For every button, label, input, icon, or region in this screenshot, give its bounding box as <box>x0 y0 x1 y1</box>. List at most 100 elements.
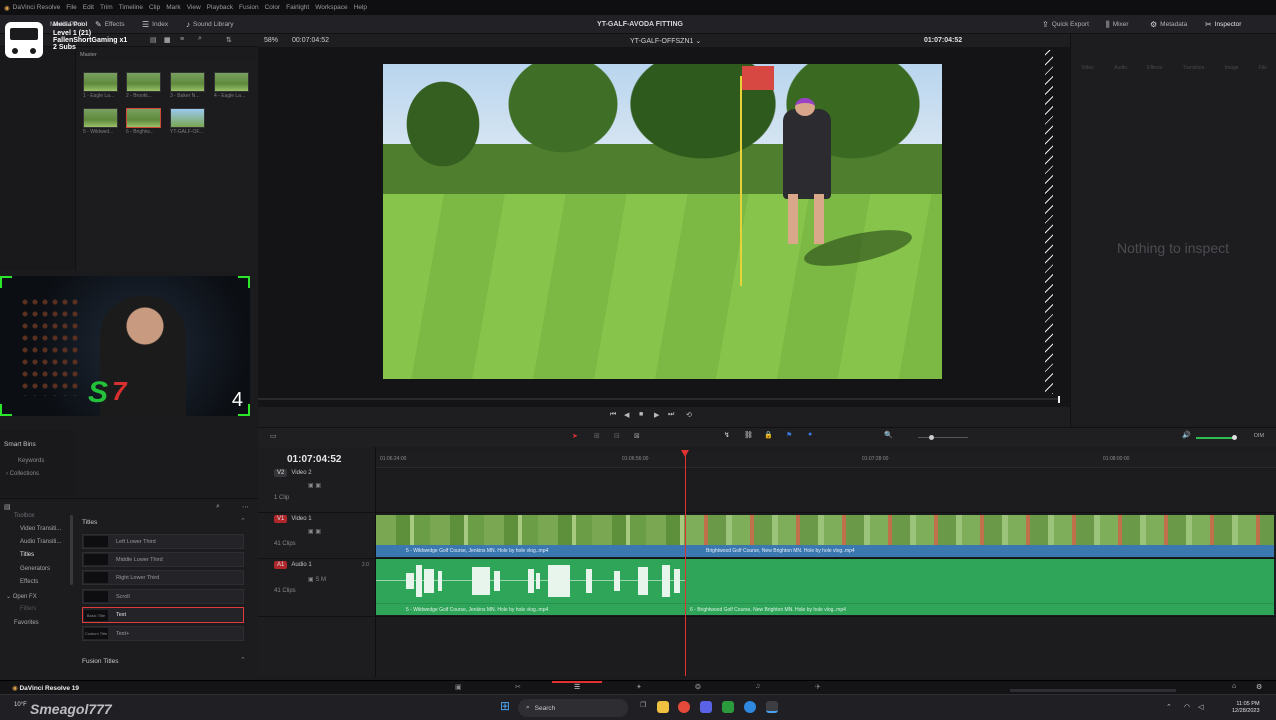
scrubber-handle[interactable] <box>1058 396 1060 403</box>
video-clip[interactable]: 5 - Wildwedge Golf Course, Jenkins MN. H… <box>376 515 685 557</box>
timeline-horizontal-scrollbar[interactable] <box>1010 689 1176 692</box>
marker-icon[interactable]: ● <box>808 431 812 438</box>
cut-page-icon[interactable]: ✂ <box>515 683 521 691</box>
lock-icon[interactable]: 🔒 <box>764 431 773 439</box>
fx-category-generators[interactable]: Generators <box>20 566 50 572</box>
volume-icon[interactable]: ◁ <box>1198 703 1203 711</box>
fx-category-audio-transitions[interactable]: Audio Transiti... <box>20 539 61 545</box>
snapping-icon[interactable]: ↯ <box>724 431 730 439</box>
menu-workspace[interactable]: Workspace <box>315 4 347 11</box>
fx-category-toolbox[interactable]: Toolbox <box>14 513 35 519</box>
media-thumb[interactable]: 4 - Eagle La... <box>214 72 251 103</box>
track-v1-toggles[interactable]: ▣ ▣ <box>308 528 321 535</box>
chrome-icon[interactable] <box>678 701 690 713</box>
sort-order-icon[interactable]: ⇅ <box>226 36 232 44</box>
blade-tool-icon[interactable]: ⊠ <box>634 432 640 440</box>
title-right-lower-third[interactable]: Right Lower Third <box>82 570 244 585</box>
selection-tool-icon[interactable]: ➤ <box>572 432 578 440</box>
fx-category-filters[interactable]: Filters <box>20 606 36 612</box>
linked-selection-icon[interactable]: ⛓ <box>744 431 753 439</box>
chevron-up-icon[interactable]: ⌃ <box>240 656 246 664</box>
menu-fairlight[interactable]: Fairlight <box>286 4 309 11</box>
sort-icon[interactable]: ≡ <box>180 36 184 43</box>
edge-icon[interactable] <box>744 701 756 713</box>
loop-icon[interactable]: ⟲ <box>686 411 692 419</box>
menu-clip[interactable]: Clip <box>149 4 160 11</box>
inspector-button[interactable]: ✂ Inspector <box>1205 19 1241 30</box>
timeline-ruler[interactable] <box>376 452 1276 468</box>
settings-icon[interactable]: ⚙ <box>1256 683 1262 691</box>
media-thumb[interactable]: 1 - Eagle La... <box>83 72 120 103</box>
tab-image[interactable]: Image <box>1225 65 1239 71</box>
media-page-icon[interactable]: ▣ <box>455 683 462 691</box>
more-options-icon[interactable]: ⋯ <box>242 503 249 511</box>
flag-marker-icon[interactable]: ⚑ <box>786 431 792 439</box>
fx-category-video-transitions[interactable]: Video Transiti... <box>20 526 61 532</box>
timeline-zoom-slider[interactable] <box>918 437 968 438</box>
tab-transition[interactable]: Transition <box>1183 65 1205 71</box>
stop-icon[interactable]: ■ <box>639 411 643 418</box>
dynamic-trim-icon[interactable]: ⊟ <box>614 432 620 440</box>
skip-start-icon[interactable]: ⏮ <box>610 411 616 419</box>
quick-export-button[interactable]: ⇪ Quick Export <box>1042 19 1089 30</box>
smart-bin-collections[interactable]: › Collections <box>6 471 39 477</box>
task-view-icon[interactable]: ❐ <box>640 701 646 709</box>
home-icon[interactable]: ⌂ <box>1232 683 1236 690</box>
menu-help[interactable]: Help <box>354 4 367 11</box>
audio-clip[interactable]: 5 - Wildwedge Golf Course, Jenkins MN. H… <box>376 559 685 615</box>
color-page-icon[interactable]: ❂ <box>695 683 701 691</box>
video-frame[interactable] <box>383 64 942 379</box>
chevron-up-icon[interactable]: ⌃ <box>240 517 246 525</box>
media-thumb[interactable]: 2 - Brookt... <box>126 72 163 103</box>
media-thumb-selected[interactable]: 6 - Brightw... <box>126 108 163 139</box>
fx-category-effects[interactable]: Effects <box>20 579 38 585</box>
file-explorer-icon[interactable] <box>657 701 669 713</box>
fairlight-page-icon[interactable]: ♫ <box>755 683 760 690</box>
title-scroll[interactable]: Scroll <box>82 589 244 604</box>
tab-effects[interactable]: Effects <box>1147 65 1162 71</box>
menu-color[interactable]: Color <box>265 4 281 11</box>
fx-category-favorites[interactable]: Favorites <box>14 620 39 626</box>
metadata-button[interactable]: ⚙ Metadata <box>1150 19 1187 30</box>
track-a1-toggles[interactable]: ▣ S M <box>308 576 326 583</box>
menu-mark[interactable]: Mark <box>166 4 180 11</box>
track-v2-toggles[interactable]: ▣ ▣ <box>308 482 321 489</box>
weather-widget[interactable]: 10°F <box>14 702 27 708</box>
zoom-slider-handle[interactable] <box>929 435 934 440</box>
windows-start-icon[interactable]: ⊞ <box>500 699 510 713</box>
audio-clip[interactable]: 6 - Brightwood Golf Course, New Brighton… <box>686 559 1274 615</box>
tab-video[interactable]: Video <box>1081 65 1094 71</box>
viewer-scrubber[interactable] <box>258 398 1058 400</box>
mixer-button[interactable]: ⫼ Mixer <box>1106 19 1129 30</box>
video-clip[interactable]: Brightwood Golf Course, New Brighton MN.… <box>686 515 1274 557</box>
resolve-taskbar-icon[interactable] <box>766 701 778 713</box>
timeline-selector[interactable]: YT-GALF-OFFSZN1 ⌄ <box>630 37 701 45</box>
smart-bin-keywords[interactable]: Keywords <box>18 458 44 464</box>
title-text-plus[interactable]: Custom Title Text+ <box>82 626 244 641</box>
skip-end-icon[interactable]: ⏭ <box>668 411 674 419</box>
timeline-thumb[interactable]: YT-GALF-OF... <box>170 108 207 139</box>
menu-trim[interactable]: Trim <box>100 4 113 11</box>
fx-category-titles[interactable]: Titles <box>20 552 34 558</box>
xbox-icon[interactable] <box>722 701 734 713</box>
edit-page-icon[interactable]: ☰ <box>574 683 580 691</box>
layout-icon[interactable]: ▭ <box>270 432 277 440</box>
trim-tool-icon[interactable]: ⊞ <box>594 432 600 440</box>
index-button[interactable]: ☰ Index <box>142 19 168 30</box>
play-reverse-icon[interactable]: ◀ <box>624 411 629 419</box>
tray-chevron-icon[interactable]: ⌃ <box>1166 703 1172 711</box>
grid-view-icon[interactable]: ▦ <box>164 36 171 44</box>
fusion-page-icon[interactable]: ✦ <box>636 683 642 691</box>
media-thumb[interactable]: 5 - Wildwed... <box>83 108 120 139</box>
taskbar-clock[interactable]: 11:05 PM 12/28/2023 <box>1232 701 1260 715</box>
list-view-icon[interactable]: ▤ <box>150 36 157 44</box>
menu-fusion[interactable]: Fusion <box>239 4 259 11</box>
search-icon[interactable]: ⌕ <box>198 35 202 43</box>
effects-button[interactable]: ✎ Effects <box>95 19 124 30</box>
title-left-lower-third[interactable]: Left Lower Third <box>82 534 244 549</box>
zoom-icon[interactable]: 🔍 <box>884 431 893 439</box>
menu-edit[interactable]: Edit <box>83 4 94 11</box>
audio-level-slider[interactable] <box>1196 437 1236 439</box>
sound-library-button[interactable]: ♪ Sound Library <box>186 19 233 30</box>
fx-category-open-fx[interactable]: ⌄ Open FX <box>6 593 37 600</box>
